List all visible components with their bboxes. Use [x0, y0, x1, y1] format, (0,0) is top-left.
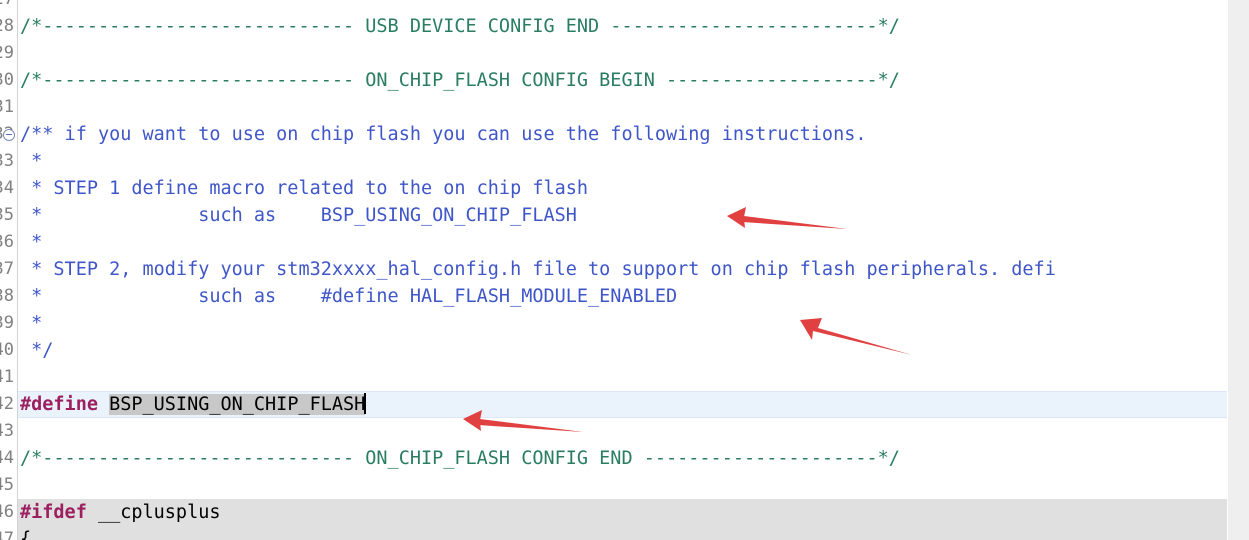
- code-text: /*---------------------------- ON_CHIP_F…: [20, 70, 900, 91]
- vertical-scrollbar[interactable]: [1227, 0, 1249, 540]
- code-line[interactable]: #define BSP_USING_ON_CHIP_FLASH: [18, 391, 1249, 418]
- code-line[interactable]: [18, 364, 1249, 391]
- code-line[interactable]: * STEP 2, modify your stm32xxxx_hal_conf…: [18, 256, 1249, 283]
- selected-macro-name[interactable]: BSP_USING_ON_CHIP_FLASH: [109, 394, 366, 415]
- code-line[interactable]: [18, 418, 1249, 445]
- line-number: 130: [0, 70, 14, 90]
- code-text: /** if you want to use on chip flash you…: [20, 124, 867, 145]
- code-text: *: [20, 232, 43, 253]
- code-line[interactable]: * such as #define HAL_FLASH_MODULE_ENABL…: [18, 283, 1249, 310]
- line-number: 146: [0, 502, 14, 522]
- line-number: 127: [0, 0, 14, 13]
- code-line[interactable]: {: [18, 526, 1249, 540]
- code-text: * such as BSP_USING_ON_CHIP_FLASH: [20, 205, 577, 226]
- text-caret: [364, 393, 367, 414]
- code-text: /*---------------------------- USB DEVIC…: [20, 16, 900, 37]
- line-number: 135: [0, 205, 14, 225]
- code-text: * STEP 1 define macro related to the on …: [20, 178, 589, 199]
- code-line[interactable]: *: [18, 229, 1249, 256]
- line-number: 140: [0, 340, 14, 360]
- code-line[interactable]: /** if you want to use on chip flash you…: [18, 121, 1249, 148]
- line-number: 141: [0, 367, 14, 387]
- code-line[interactable]: *: [18, 310, 1249, 337]
- code-text: *: [20, 313, 43, 334]
- line-number: 136: [0, 232, 14, 252]
- line-number: 134: [0, 178, 14, 198]
- ifdef-keyword: #ifdef: [20, 502, 87, 523]
- line-number-gutter: 1271281291301311321331341351361371381391…: [0, 0, 18, 540]
- code-fold-collapse-icon[interactable]: [3, 129, 15, 141]
- code-line[interactable]: * STEP 1 define macro related to the on …: [18, 175, 1249, 202]
- line-number: 145: [0, 475, 14, 495]
- code-line[interactable]: /*---------------------------- ON_CHIP_F…: [18, 67, 1249, 94]
- code-text: * such as #define HAL_FLASH_MODULE_ENABL…: [20, 286, 678, 307]
- code-text: * STEP 2, modify your stm32xxxx_hal_conf…: [20, 259, 1056, 280]
- line-number: 142: [0, 394, 14, 414]
- code-line[interactable]: [18, 40, 1249, 67]
- code-line[interactable]: /*---------------------------- ON_CHIP_F…: [18, 445, 1249, 472]
- code-line[interactable]: */: [18, 337, 1249, 364]
- code-line[interactable]: [18, 0, 1249, 13]
- code-text: */: [20, 340, 54, 361]
- line-number: 131: [0, 97, 14, 117]
- code-line[interactable]: *: [18, 148, 1249, 175]
- code-text-area[interactable]: /*---------------------------- USB DEVIC…: [18, 0, 1249, 540]
- line-number: 143: [0, 421, 14, 441]
- code-text: {: [20, 529, 32, 540]
- cplusplus-symbol: __cplusplus: [97, 502, 221, 523]
- line-number: 139: [0, 313, 14, 333]
- code-line[interactable]: [18, 94, 1249, 121]
- define-keyword: #define: [20, 394, 98, 415]
- line-number: 129: [0, 43, 14, 63]
- line-number: 128: [0, 16, 14, 36]
- line-number: 138: [0, 286, 14, 306]
- line-number: 133: [0, 151, 14, 171]
- code-line[interactable]: * such as BSP_USING_ON_CHIP_FLASH: [18, 202, 1249, 229]
- code-editor[interactable]: 1271281291301311321331341351361371381391…: [0, 0, 1249, 540]
- code-line[interactable]: [18, 472, 1249, 499]
- code-line[interactable]: /*---------------------------- USB DEVIC…: [18, 13, 1249, 40]
- line-number: 147: [0, 529, 14, 540]
- code-text: *: [20, 151, 43, 172]
- line-number: 144: [0, 448, 14, 468]
- code-line[interactable]: #ifdef __cplusplus: [18, 499, 1249, 526]
- line-number: 137: [0, 259, 14, 279]
- code-text: /*---------------------------- ON_CHIP_F…: [20, 448, 900, 469]
